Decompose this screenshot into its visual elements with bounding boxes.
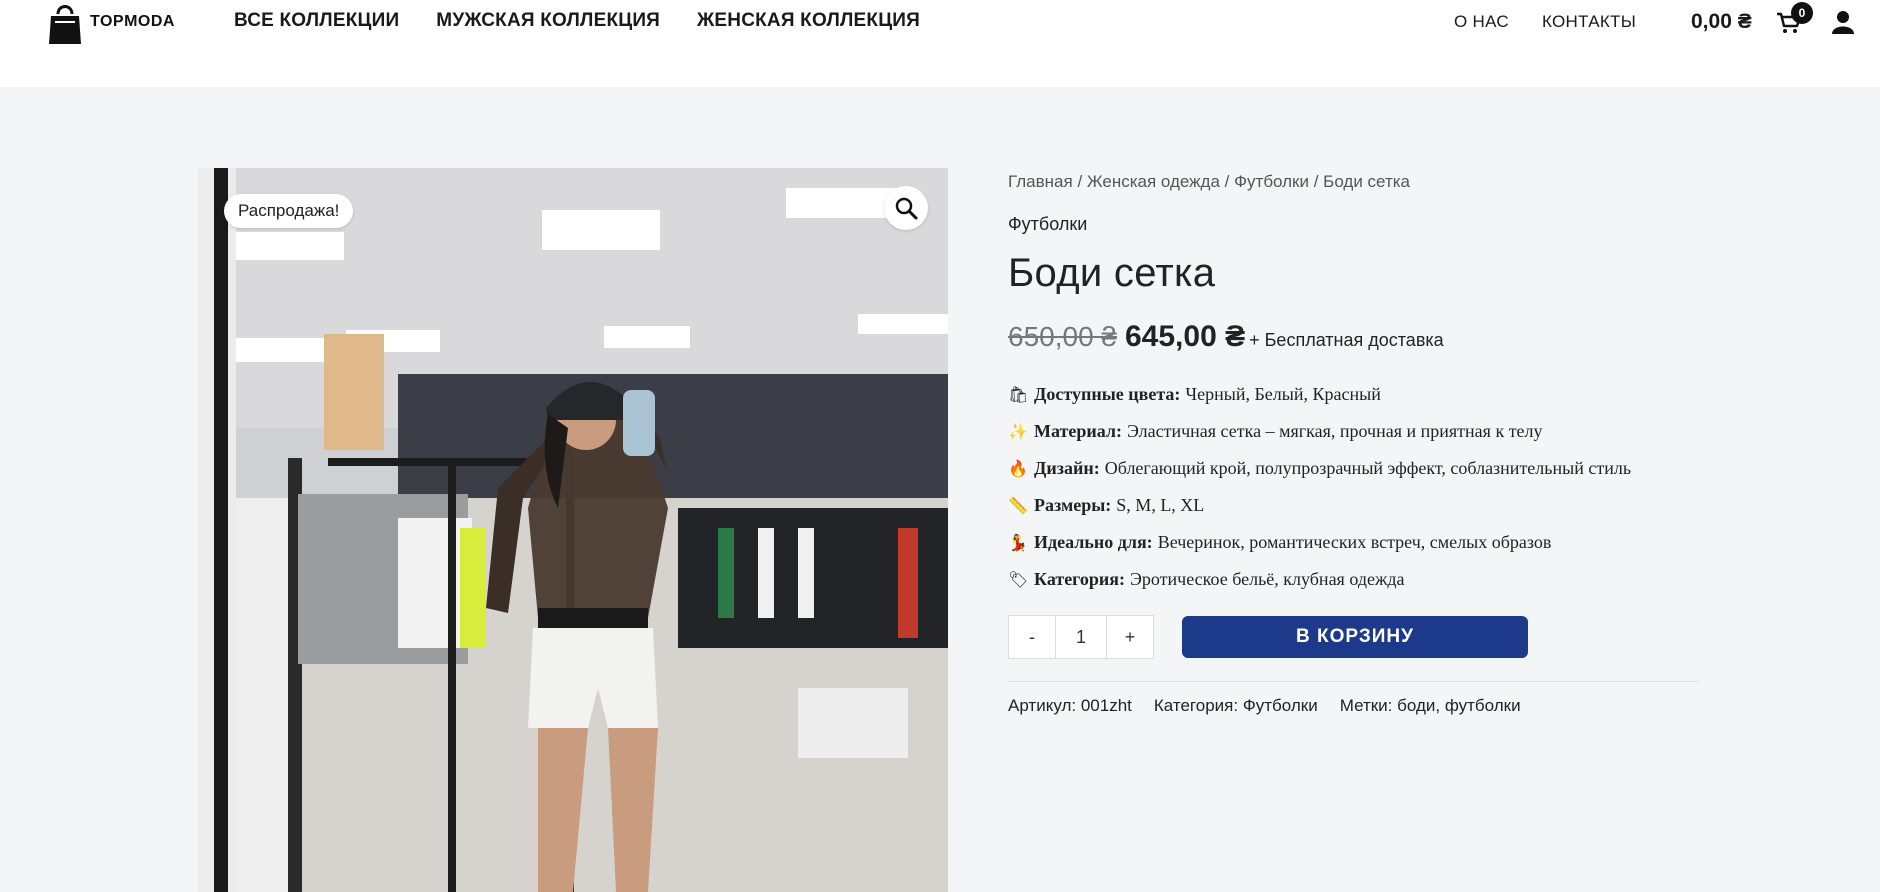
breadcrumb-women[interactable]: Женская одежда (1087, 172, 1220, 191)
qty-minus-button[interactable]: - (1009, 616, 1055, 658)
sale-badge: Распродажа! (224, 194, 354, 228)
ruler-icon: 📏 (1008, 497, 1028, 515)
nav-men-collection[interactable]: МУЖСКАЯ КОЛЛЕКЦИЯ (436, 10, 660, 32)
sparkles-icon: ✨ (1008, 423, 1028, 441)
tag-icon: 🏷 (1008, 571, 1029, 589)
breadcrumb-tshirts[interactable]: Футболки (1234, 172, 1309, 191)
old-price: 650,00 ₴ (1008, 321, 1117, 352)
meta-category-link[interactable]: Футболки (1243, 696, 1318, 715)
nav-all-collections[interactable]: ВСЕ КОЛЛЕКЦИИ (234, 10, 399, 32)
attr-ideal-for: 💃 Идеально для: Вечеринок, романтических в… (1008, 532, 1552, 552)
attr-colors: 🛍 Доступные цвета: Черный, Белый, Красный (1008, 384, 1381, 404)
add-to-cart-form: - 1 + В КОРЗИНУ (1008, 615, 1698, 659)
product-attributes: 🛍 Доступные цвета: Черный, Белый, Красный … (1008, 376, 1698, 598)
zoom-button[interactable] (884, 186, 928, 230)
free-shipping-note: + Бесплатная доставка (1249, 330, 1444, 350)
product-image[interactable] (198, 168, 948, 892)
meta-tags: Метки: боди, футболки (1339, 696, 1521, 715)
user-account-icon[interactable] (1831, 10, 1855, 39)
search-icon (895, 197, 918, 220)
product-title: Боди сетка (1008, 251, 1216, 295)
logo-text: TOPMODA (90, 13, 175, 30)
meta-tags-links[interactable]: боди, футболки (1397, 696, 1520, 715)
product-category-link[interactable]: Футболки (1008, 214, 1698, 235)
logo[interactable]: TOPMODA (48, 2, 175, 46)
attr-category: 🏷 Категория: Эротическое бельё, клубная од… (1008, 569, 1405, 589)
product-meta: Артикул: 001zht Категория: Футболки Метк… (1008, 696, 1698, 716)
sku: Артикул: 001zht (1008, 696, 1132, 715)
shopping-bag-icon (49, 5, 81, 44)
attr-material: ✨ Материал: Эластичная сетка – мягкая, про… (1008, 421, 1543, 441)
breadcrumb-home[interactable]: Главная (1008, 172, 1073, 191)
cart-count-badge: 0 (1791, 2, 1813, 24)
dancer-icon: 💃 (1008, 534, 1028, 552)
divider (1008, 681, 1698, 682)
quantity-stepper: - 1 + (1008, 615, 1154, 659)
meta-category: Категория: Футболки (1153, 696, 1318, 715)
breadcrumb-current: Боди сетка (1323, 172, 1410, 191)
attr-sizes: 📏 Размеры: S, M, L, XL (1008, 495, 1205, 515)
nav-women-collection[interactable]: ЖЕНСКАЯ КОЛЛЕКЦИЯ (697, 10, 920, 32)
add-to-cart-button[interactable]: В КОРЗИНУ (1182, 616, 1528, 658)
shopping-bags-icon: 🛍 (1008, 386, 1029, 404)
sale-price: 645,00 ₴ (1125, 320, 1246, 353)
quantity-input[interactable]: 1 (1055, 616, 1107, 658)
attr-design: 🔥 Дизайн: Облегающий крой, полупрозрачный … (1008, 458, 1632, 478)
cart-total[interactable]: 0,00 ₴ (1691, 10, 1752, 34)
product-summary: Главная / Женская одежда / Футболки / Бо… (1008, 172, 1698, 716)
price: 650,00 ₴ 645,00 ₴ + Бесплатная доставка (1008, 320, 1698, 354)
nav-about[interactable]: О НАС (1454, 12, 1509, 32)
nav-contacts[interactable]: КОНТАКТЫ (1542, 12, 1636, 32)
breadcrumb: Главная / Женская одежда / Футболки / Бо… (1008, 172, 1410, 191)
qty-plus-button[interactable]: + (1107, 616, 1153, 658)
secondary-nav: О НАС КОНТАКТЫ (1454, 12, 1636, 32)
fire-icon: 🔥 (1008, 460, 1028, 478)
main-nav: ВСЕ КОЛЛЕКЦИИ МУЖСКАЯ КОЛЛЕКЦИЯ ЖЕНСКАЯ … (234, 10, 920, 32)
site-header: TOPMODA ВСЕ КОЛЛЕКЦИИ МУЖСКАЯ КОЛЛЕКЦИЯ … (0, 0, 1880, 87)
